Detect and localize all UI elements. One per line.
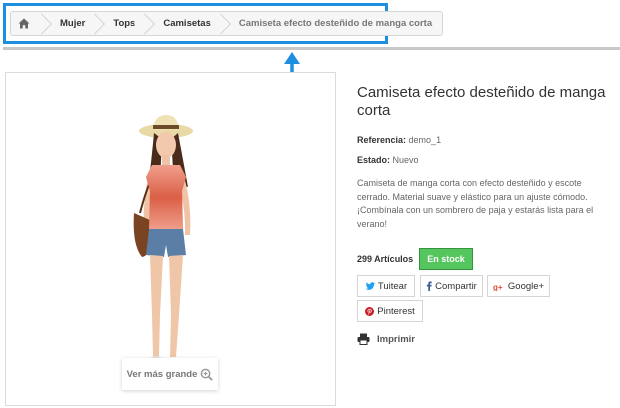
google-label: Google+: [507, 280, 545, 292]
stock-badge: En stock: [419, 248, 473, 270]
breadcrumb: Mujer Tops Camisetas Camiseta efecto des…: [10, 11, 444, 36]
breadcrumb-home[interactable]: [11, 12, 42, 35]
facebook-icon: [426, 281, 432, 291]
pinterest-label: Pinterest: [377, 305, 415, 317]
pinterest-share-button[interactable]: Pinterest: [357, 300, 423, 322]
print-link[interactable]: Imprimir: [357, 333, 415, 345]
magnifier-plus-icon: [201, 368, 214, 381]
twitter-label: Tuitear: [377, 280, 408, 292]
print-label: Imprimir: [377, 333, 416, 345]
stock-row: 299 Artículos En stock: [357, 248, 473, 270]
reference-value: demo_1: [408, 135, 442, 145]
twitter-icon: [365, 281, 375, 290]
product-title: Camiseta efecto desteñido de manga corta: [357, 84, 606, 119]
product-info: Camiseta efecto desteñido de manga corta: [357, 84, 612, 120]
svg-text:g+: g+: [493, 283, 503, 291]
product-image-panel[interactable]: Ver más grande: [5, 72, 336, 406]
product-photo: [133, 115, 193, 368]
twitter-share-button[interactable]: Tuitear: [357, 275, 415, 297]
condition-row: Estado: Nuevo: [357, 155, 419, 165]
divider: [3, 47, 620, 50]
printer-icon: [357, 333, 370, 345]
pinterest-icon: [365, 306, 375, 316]
breadcrumb-highlight: Mujer Tops Camisetas Camiseta efecto des…: [3, 3, 444, 44]
condition-value: Nuevo: [392, 155, 419, 165]
reference-row: Referencia: demo_1: [357, 135, 441, 145]
google-plus-icon: g+: [493, 283, 503, 291]
breadcrumb-item-camisetas[interactable]: Camisetas: [145, 12, 221, 35]
home-icon: [18, 18, 30, 29]
quantity-available: 299 Artículos: [357, 254, 414, 264]
condition-label: Estado:: [357, 155, 391, 165]
zoom-button[interactable]: Ver más grande: [122, 358, 218, 390]
facebook-share-button[interactable]: Compartir: [420, 275, 483, 297]
facebook-label: Compartir: [435, 280, 477, 292]
breadcrumb-current: Camiseta efecto desteñido de manga corta: [238, 18, 433, 29]
reference-label: Referencia:: [357, 135, 407, 145]
product-description: Camiseta de manga corta con efecto deste…: [357, 178, 594, 229]
zoom-label: Ver más grande: [126, 368, 198, 380]
google-share-button[interactable]: g+ Google+: [487, 275, 550, 297]
